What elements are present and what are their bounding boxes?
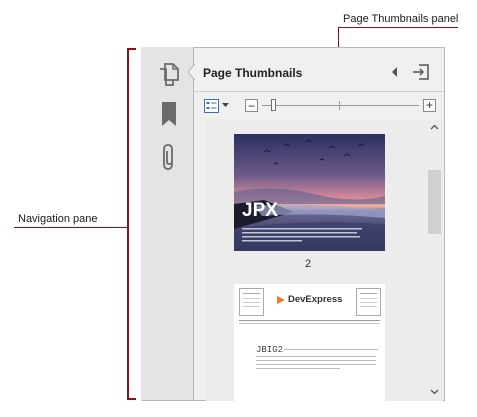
list-view-icon: [204, 99, 219, 113]
zoom-slider-thumb[interactable]: [270, 99, 276, 111]
devexpress-logo: DevExpress: [276, 294, 342, 305]
bookmarks-nav-button[interactable]: [152, 97, 186, 131]
caret-left-icon: [392, 67, 397, 77]
navigation-pane-bracket: [127, 48, 129, 400]
panel-header-separator: [194, 91, 444, 92]
navigation-pane-annotation: Navigation pane: [18, 213, 98, 225]
annotation-underline: [14, 227, 128, 228]
page-thumbnails-icon: [160, 63, 179, 86]
panel-title: Page Thumbnails: [203, 66, 303, 80]
scroll-down-button[interactable]: [426, 386, 443, 398]
panel-pointer: [187, 64, 195, 80]
info-box-right: [356, 288, 381, 316]
scrollbar-thumb[interactable]: [428, 170, 441, 234]
chevron-down-icon: [430, 389, 439, 395]
header-caption: [239, 323, 380, 324]
header-rule: [239, 320, 380, 321]
bookmark-icon: [162, 102, 176, 126]
thumbnails-list[interactable]: JPX 2 DevExpress JBIG2: [206, 119, 426, 401]
collapse-panel-button[interactable]: [388, 64, 402, 80]
zoom-slider-track[interactable]: [262, 105, 419, 106]
logo-text: DevExpress: [288, 294, 343, 305]
devexpress-logo-icon: [277, 295, 285, 304]
zoom-in-button[interactable]: +: [423, 99, 436, 112]
attachments-nav-button[interactable]: [152, 141, 186, 175]
zoom-out-button[interactable]: −: [245, 99, 258, 112]
vertical-scrollbar[interactable]: [426, 119, 443, 401]
body-text-lines: [284, 349, 378, 353]
close-panel-button[interactable]: [410, 62, 432, 82]
exit-panel-icon: [413, 64, 429, 80]
chevron-up-icon: [430, 124, 439, 130]
section-heading: JBIG2: [256, 345, 284, 355]
page-number-label: 2: [305, 258, 312, 270]
info-box-left: [239, 288, 264, 316]
thumbnails-panel-annotation: Page Thumbnails panel: [343, 13, 459, 25]
bracket-bottom: [127, 398, 136, 400]
attachment-icon: [163, 144, 173, 170]
beach-sunset-image: [234, 134, 385, 251]
page-thumbnails-nav-button[interactable]: [152, 58, 186, 90]
view-options-dropdown[interactable]: [203, 97, 231, 115]
annotation-underline: [338, 27, 458, 28]
zoom-slider-midtick: [339, 101, 340, 110]
body-text-lines: [256, 356, 376, 372]
page-thumbnail[interactable]: DevExpress JBIG2: [234, 284, 385, 401]
bracket-top: [127, 48, 136, 50]
thumbnail-title: JPX: [242, 200, 278, 221]
scroll-up-button[interactable]: [426, 121, 443, 133]
chevron-down-icon: [222, 103, 229, 107]
page-thumbnail[interactable]: JPX: [234, 134, 385, 251]
